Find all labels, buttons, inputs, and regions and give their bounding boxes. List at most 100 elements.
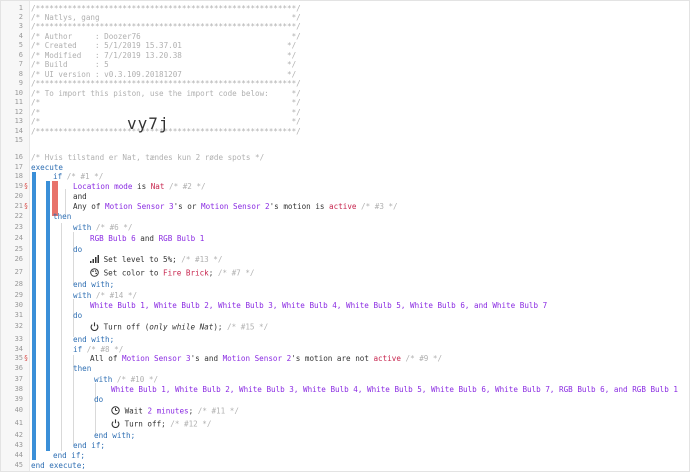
with10-devices[interactable]: White Bulb 1, White Bulb 2, White Bulb 3… — [111, 385, 678, 394]
statement-id: /* #13 */ — [176, 255, 223, 264]
line-number: 18 — [14, 172, 23, 180]
line-number: 34 — [14, 345, 23, 353]
build-text: /* Build : 5 */ — [31, 60, 297, 69]
if1-line[interactable]: if /* #1 */ — [53, 172, 103, 181]
task-15[interactable]: Turn off (only while Nat); /* #15 */ — [90, 322, 268, 333]
with14-line[interactable]: with /* #14 */ — [73, 291, 137, 300]
if1-block-bar — [46, 181, 50, 451]
then1-guide — [61, 223, 62, 451]
import-code: vy7j — [127, 114, 170, 133]
line-number: 14 — [14, 127, 23, 135]
if-keyword: if — [53, 172, 63, 181]
clock-icon — [111, 406, 120, 417]
import-note: /* To import this piston, use the import… — [31, 89, 301, 98]
stop-flag-icon[interactable]: § — [23, 354, 29, 362]
stop-flag-icon[interactable]: § — [23, 202, 29, 210]
import-blank: /* */ — [31, 98, 301, 107]
line-number: 36 — [14, 364, 23, 372]
line-number: 29 — [14, 291, 23, 299]
blank-comment: /* */ — [31, 98, 301, 107]
statement-id: /* #14 */ — [91, 291, 138, 300]
statement-id: /* #7 */ — [213, 268, 255, 278]
line-number: 8 — [18, 70, 23, 78]
task-7[interactable]: Set color to Fire Brick; /* #7 */ — [90, 268, 254, 279]
line-number: 6 — [18, 51, 23, 59]
header-rule: /***************************************… — [31, 4, 301, 13]
task-11[interactable]: Wait 2 minutes; /* #11 */ — [111, 406, 239, 417]
import-note-text: /* To import this piston, use the import… — [31, 89, 301, 98]
line-number: 41 — [14, 419, 23, 427]
then-line: then — [53, 212, 71, 221]
condition-3[interactable]: Any of Motion Sensor 3's or Motion Senso… — [73, 202, 398, 211]
with-keyword: with — [94, 375, 113, 384]
with6-line[interactable]: with /* #6 */ — [73, 223, 132, 232]
line-number: 10 — [14, 89, 23, 97]
statement-id: /* #6 */ — [91, 223, 133, 232]
line-number: 21 — [14, 202, 23, 210]
device-list: White Bulb 1, White Bulb 2, White Bulb 3… — [111, 385, 678, 394]
end-if-line: end if; — [73, 441, 105, 450]
line-number: 15 — [14, 136, 23, 144]
do-line: do — [94, 395, 103, 404]
line-number: 28 — [14, 280, 23, 288]
line-number: 45 — [14, 461, 23, 469]
task-text: Set color to — [103, 268, 164, 278]
task-13[interactable]: Set level to 5%; /* #13 */ — [90, 255, 222, 265]
line-number: 30 — [14, 301, 23, 309]
device-name: Motion Sensor 3 — [122, 354, 191, 363]
task-12[interactable]: Turn off; /* #12 */ — [111, 419, 211, 430]
line-number: 12 — [14, 108, 23, 116]
task-text: Set level to 5%; — [103, 255, 177, 264]
do-keyword: do — [94, 395, 104, 404]
header-title: /* Natlys, gang */ — [31, 13, 301, 22]
end-with-line: end with; — [94, 431, 135, 440]
with-keyword: with — [73, 291, 92, 300]
statement-id: /* #8 */ — [82, 345, 124, 354]
value: active — [373, 354, 401, 363]
with10-line[interactable]: with /* #10 */ — [94, 375, 158, 384]
line-number: 39 — [14, 395, 23, 403]
condition-9[interactable]: All of Motion Sensor 3's and Motion Sens… — [90, 354, 442, 363]
header-rule: /***************************************… — [31, 79, 301, 88]
statement-id: /* #15 */ — [222, 322, 269, 332]
end-with-line: end with; — [73, 280, 114, 289]
statement-id: /* #10 */ — [112, 375, 159, 384]
execute-line[interactable]: execute — [31, 163, 63, 172]
device-name: Motion Sensor 2 — [222, 354, 292, 363]
line-number: 9 — [18, 79, 23, 87]
statement-comment-text: /* Hvis tilstand er Nat, tændes kun 2 rø… — [31, 153, 265, 162]
header-ui-version: /* UI version : v0.3.109.20181207 */ — [31, 70, 296, 79]
operator: 's motion is — [269, 202, 330, 211]
line-number: 31 — [14, 311, 23, 319]
power-icon — [111, 419, 120, 430]
device-list: White Bulb 1, White Bulb 2, White Bulb 3… — [90, 301, 548, 310]
if-keyword: if — [73, 345, 83, 354]
line-number: 38 — [14, 385, 23, 393]
with6-devices[interactable]: RGB Bulb 6 and RGB Bulb 1 — [90, 234, 204, 243]
header-rule-text: /***************************************… — [31, 79, 301, 88]
header-created: /* Created : 5/1/2019 15.37.01 */ — [31, 41, 296, 50]
operator: is — [132, 182, 151, 191]
operator: Any of — [73, 202, 106, 211]
and-operator[interactable]: and — [73, 192, 87, 201]
end-if-line: end if; — [53, 451, 85, 460]
line-number: 11 — [14, 98, 23, 106]
if8-line[interactable]: if /* #8 */ — [73, 345, 123, 354]
line-number: 1 — [18, 4, 23, 12]
value: Fire Brick — [163, 268, 209, 278]
author-text: /* Author : Doozer76 */ — [31, 32, 301, 41]
line-number: 40 — [14, 406, 23, 414]
line-number: 5 — [18, 41, 23, 49]
device-name: Motion Sensor 2 — [201, 202, 270, 211]
with14-devices[interactable]: White Bulb 1, White Bulb 2, White Bulb 3… — [90, 301, 547, 310]
end-with-keyword: end with; — [73, 335, 115, 344]
line-number: 25 — [14, 245, 23, 253]
with6-guide — [73, 232, 74, 284]
condition-2[interactable]: Location mode is Nat /* #2 */ — [73, 182, 206, 191]
task-text: Turn off ( — [103, 322, 150, 332]
stop-flag-icon[interactable]: § — [23, 182, 29, 190]
operator: 's motion are not — [291, 354, 374, 363]
line-number: 35 — [14, 354, 23, 362]
line-number: 13 — [14, 117, 23, 125]
line-number: 27 — [14, 268, 23, 276]
